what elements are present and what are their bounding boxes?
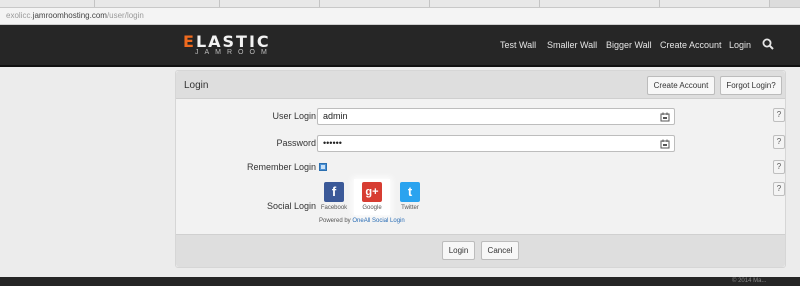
nav-bigger-wall[interactable]: Bigger Wall <box>606 40 652 50</box>
user-login-label: User Login <box>272 111 316 121</box>
site-navbar: ELASTIC JAMROOM Test Wall Smaller Wall B… <box>0 25 800 67</box>
browser-tab[interactable] <box>320 0 430 7</box>
remember-login-help-button[interactable]: ? <box>773 160 785 174</box>
password-field[interactable]: •••••• <box>317 135 675 152</box>
login-panel: Login Create Account Forgot Login? User … <box>175 70 786 268</box>
password-label: Password <box>276 138 316 148</box>
nav-test-wall[interactable]: Test Wall <box>500 40 536 50</box>
autofill-key-icon[interactable] <box>660 112 670 122</box>
nav-smaller-wall[interactable]: Smaller Wall <box>547 40 597 50</box>
social-login-help-button[interactable]: ? <box>773 182 785 196</box>
user-login-field[interactable]: admin <box>317 108 675 125</box>
twitter-icon: t <box>400 182 420 202</box>
twitter-label: Twitter <box>401 205 419 211</box>
oneall-link[interactable]: OneAll Social Login <box>352 218 404 224</box>
url-text[interactable]: exolicc.jamroomhosting.com/user/login <box>6 11 144 20</box>
password-help-button[interactable]: ? <box>773 135 785 149</box>
browser-tab[interactable] <box>0 0 95 7</box>
remember-login-checkbox[interactable] <box>319 163 327 171</box>
user-login-help-button[interactable]: ? <box>773 108 785 122</box>
url-path: /user/login <box>106 11 144 20</box>
browser-tab[interactable] <box>430 0 540 7</box>
create-account-button[interactable]: Create Account <box>647 76 715 95</box>
facebook-icon: f <box>324 182 344 202</box>
browser-tab-strip <box>0 0 800 8</box>
login-button[interactable]: Login <box>442 241 475 260</box>
user-login-value: admin <box>323 111 348 121</box>
site-footer: © 2014 Ma... <box>0 277 800 286</box>
google-plus-icon: g+ <box>362 182 382 202</box>
footer-meta: © 2014 Ma... <box>732 278 767 284</box>
browser-tab[interactable] <box>660 0 770 7</box>
facebook-login-button[interactable]: f Facebook <box>316 179 352 215</box>
nav-create-account[interactable]: Create Account <box>660 40 722 50</box>
powered-by-text: Powered by <box>319 218 353 224</box>
nav-login[interactable]: Login <box>729 40 751 50</box>
google-login-button[interactable]: g+ Google <box>354 179 390 215</box>
address-bar[interactable]: exolicc.jamroomhosting.com/user/login <box>0 8 800 25</box>
twitter-login-button[interactable]: t Twitter <box>392 179 428 215</box>
forgot-login-button[interactable]: Forgot Login? <box>720 76 782 95</box>
page-title: Login <box>184 80 209 91</box>
browser-tab[interactable] <box>220 0 320 7</box>
panel-footer: Login Cancel <box>176 234 785 267</box>
autofill-key-icon[interactable] <box>660 139 670 149</box>
nav-links: Test Wall Smaller Wall Bigger Wall Creat… <box>0 40 800 54</box>
password-value: •••••• <box>323 138 342 148</box>
panel-header: Login Create Account Forgot Login? <box>176 71 785 99</box>
social-login-label: Social Login <box>266 201 316 211</box>
browser-tab[interactable] <box>540 0 660 7</box>
remember-login-label: Remember Login <box>246 162 316 172</box>
search-icon[interactable] <box>762 38 774 50</box>
url-host: jamroomhosting.com <box>32 11 107 20</box>
powered-by-note: Powered by OneAll Social Login <box>319 218 405 224</box>
cancel-button[interactable]: Cancel <box>481 241 519 260</box>
url-prefix: exolicc. <box>6 11 33 20</box>
google-label: Google <box>362 205 382 211</box>
browser-tab[interactable] <box>95 0 220 7</box>
facebook-label: Facebook <box>320 205 348 211</box>
